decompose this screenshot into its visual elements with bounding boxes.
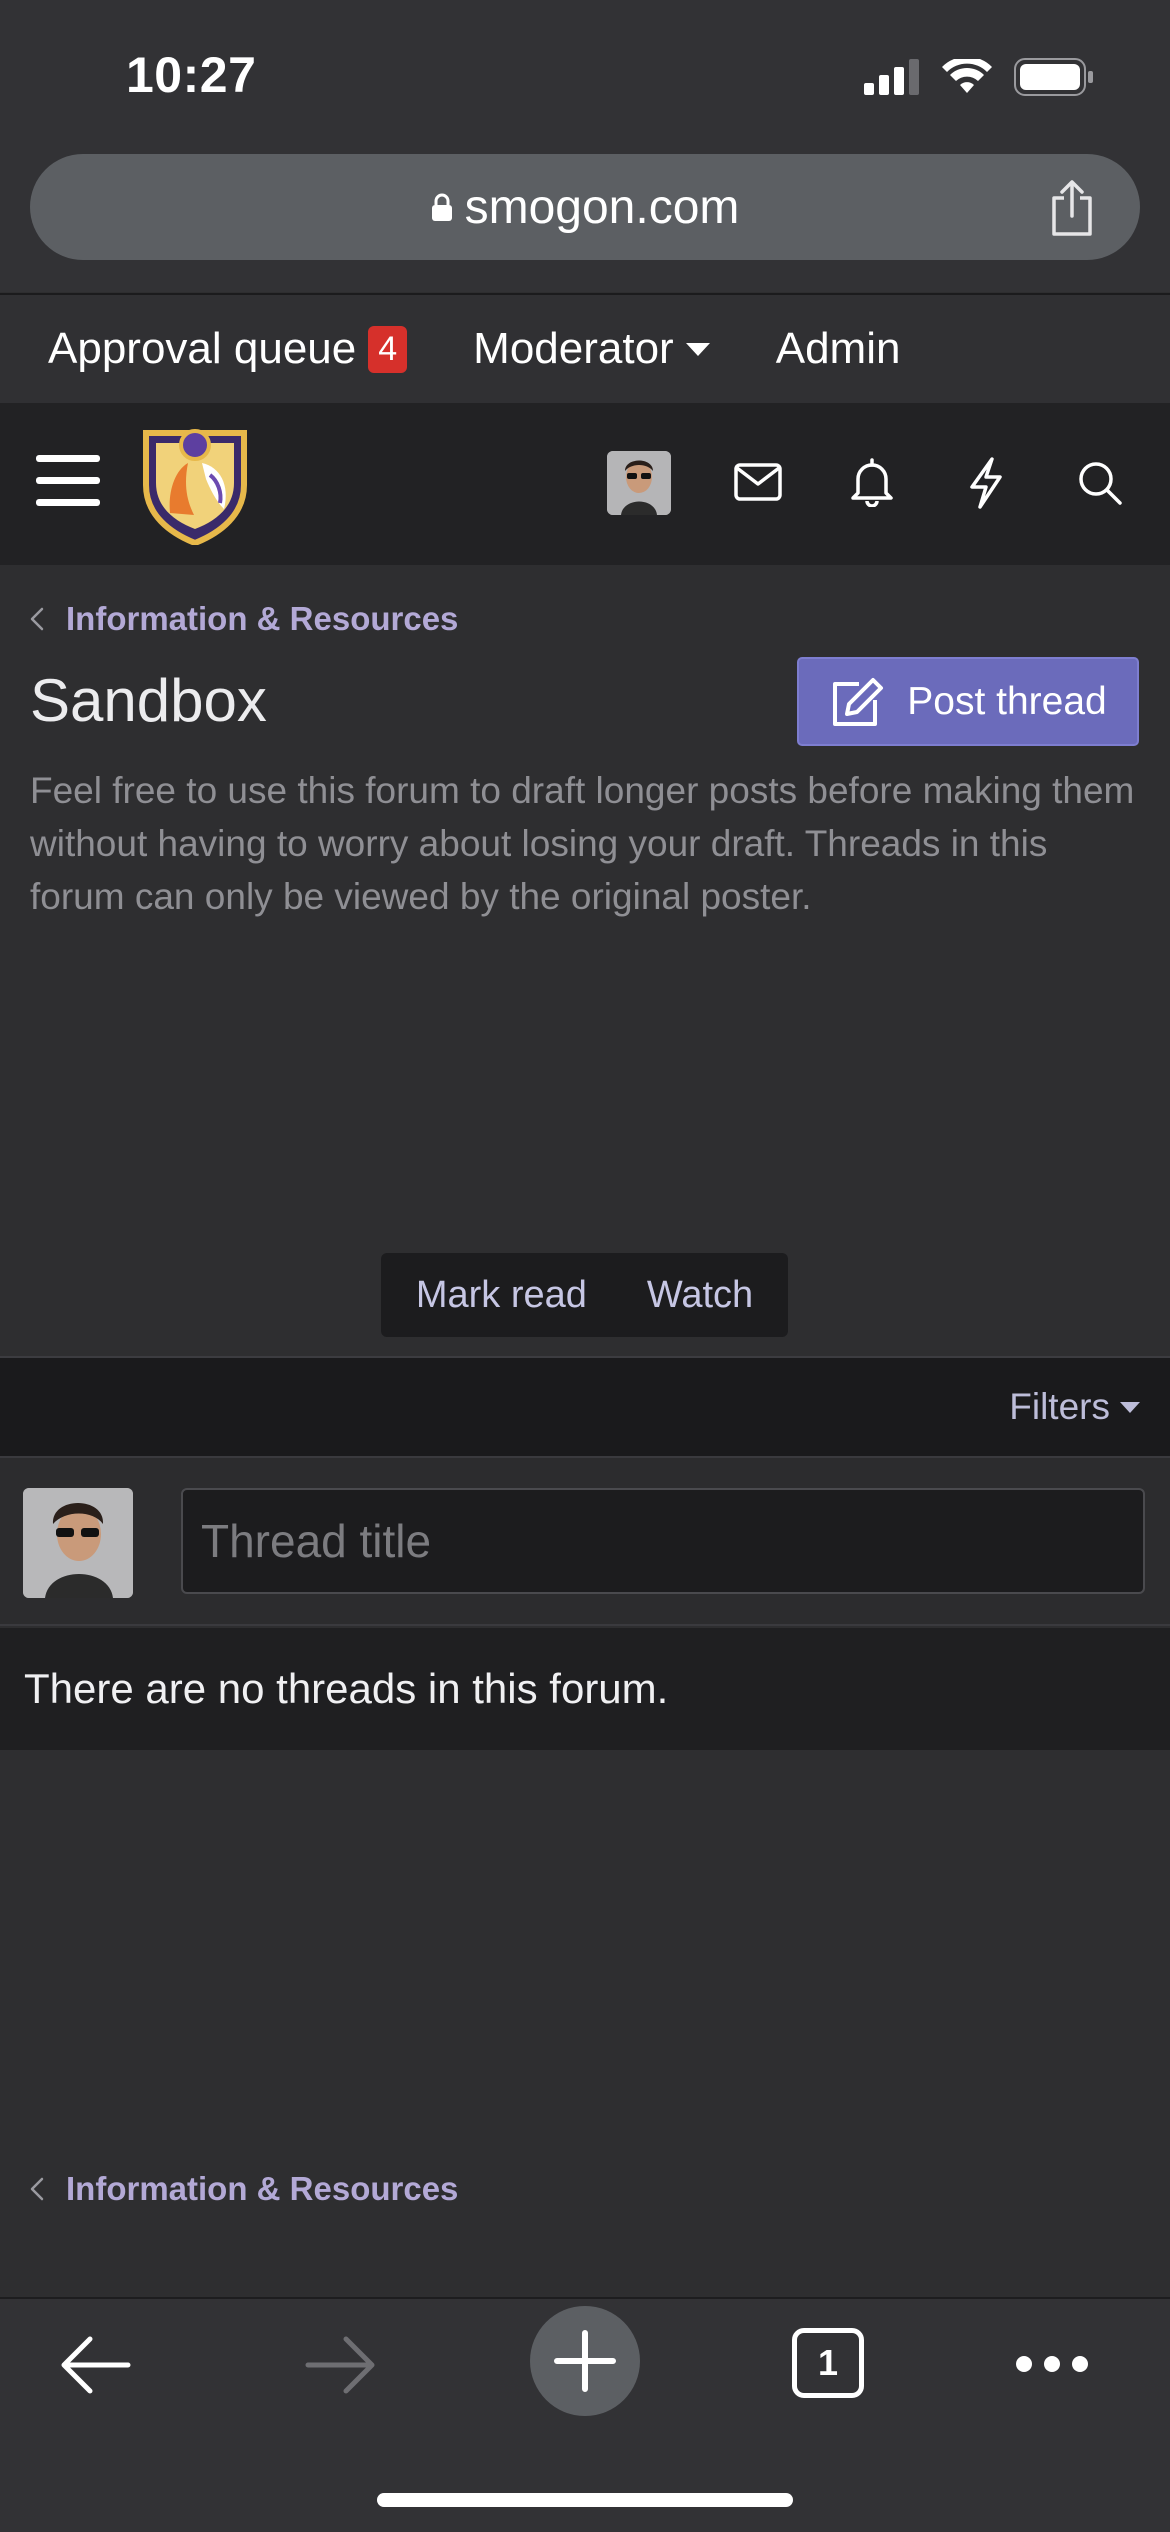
filter-bar: Filters: [0, 1356, 1170, 1456]
new-tab-icon: [554, 2330, 616, 2392]
signal-icon: [864, 59, 919, 95]
breadcrumb-label: Information & Resources: [66, 2170, 459, 2207]
edit-icon: [833, 677, 884, 726]
site-navbar: [0, 403, 1170, 565]
wifi-icon: [942, 59, 992, 93]
page-title: Sandbox: [30, 667, 267, 734]
breadcrumb[interactable]: Information & Resources: [30, 600, 458, 638]
post-thread-label: Post thread: [907, 679, 1107, 723]
chevron-left-icon: [30, 2177, 44, 2201]
status-bar: 10:27: [0, 0, 1170, 150]
url-display: smogon.com: [431, 180, 740, 235]
url-bar-container: smogon.com: [0, 150, 1170, 292]
status-time: 10:27: [126, 47, 257, 103]
chevron-down-icon: [685, 342, 710, 356]
avatar[interactable]: [607, 451, 671, 515]
chevron-down-icon: [1120, 1401, 1140, 1413]
site-logo[interactable]: [140, 423, 250, 545]
admin-label: Admin: [775, 324, 901, 373]
avatar-image: [607, 451, 671, 515]
moderator-menu[interactable]: Moderator: [473, 324, 710, 374]
mail-icon[interactable]: [734, 463, 782, 501]
lightning-icon[interactable]: [966, 457, 1006, 509]
quick-thread-row: [0, 1456, 1170, 1626]
status-icons: [864, 58, 1094, 96]
breadcrumb-label: Information & Resources: [66, 600, 459, 637]
share-icon[interactable]: [1046, 178, 1098, 238]
url-bar[interactable]: smogon.com: [30, 154, 1140, 260]
watch-button[interactable]: Watch: [647, 1274, 753, 1317]
menu-icon[interactable]: [36, 453, 100, 509]
post-thread-button[interactable]: Post thread: [797, 657, 1139, 746]
approval-count-badge: 4: [368, 325, 408, 373]
new-tab-button[interactable]: [530, 2306, 640, 2416]
approval-queue-link[interactable]: Approval queue 4: [48, 324, 408, 374]
forum-actions: Mark read Watch: [381, 1253, 788, 1337]
mark-read-button[interactable]: Mark read: [416, 1274, 587, 1317]
avatar-image: [23, 1488, 133, 1598]
lock-icon: [431, 193, 452, 221]
breadcrumb-bottom[interactable]: Information & Resources: [30, 2170, 458, 2208]
home-indicator[interactable]: [377, 2493, 793, 2507]
forward-arrow-icon[interactable]: [304, 2335, 378, 2395]
tabs-button[interactable]: 1: [792, 2328, 864, 2398]
filters-dropdown[interactable]: Filters: [1009, 1386, 1140, 1428]
filters-label: Filters: [1009, 1386, 1110, 1427]
approval-queue-label: Approval queue: [48, 324, 357, 373]
search-icon[interactable]: [1076, 459, 1124, 507]
user-avatar[interactable]: [23, 1488, 133, 1598]
more-icon[interactable]: [1014, 2349, 1090, 2379]
battery-icon: [1014, 58, 1093, 96]
thread-title-input[interactable]: [181, 1488, 1145, 1594]
forum-description: Feel free to use this forum to draft lon…: [30, 770, 1135, 917]
staff-bar: Approval queue 4 Moderator Admin: [0, 293, 1170, 403]
empty-threads-message: There are no threads in this forum.: [0, 1628, 1170, 1750]
back-arrow-icon[interactable]: [58, 2335, 132, 2395]
tab-count: 1: [817, 2342, 839, 2383]
url-domain: smogon.com: [464, 180, 740, 234]
bell-icon[interactable]: [850, 457, 894, 507]
moderator-label: Moderator: [473, 324, 674, 373]
admin-link[interactable]: Admin: [776, 324, 901, 374]
chevron-left-icon: [30, 607, 44, 631]
